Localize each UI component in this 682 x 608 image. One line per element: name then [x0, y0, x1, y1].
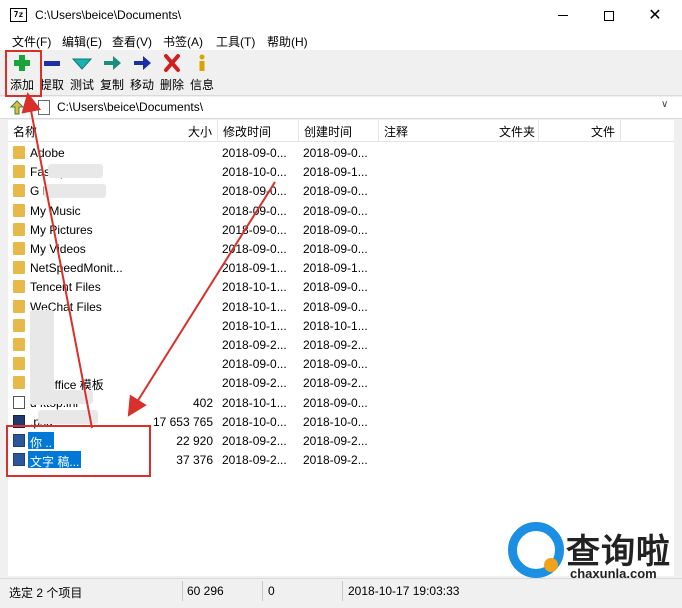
status-bar: 选定 2 个项目 60 296 0 2018-10-17 19:03:33 [0, 578, 682, 602]
status-separator [262, 581, 263, 601]
status-separator [342, 581, 343, 601]
status-packed-size: 0 [268, 584, 275, 598]
status-selection: 选定 2 个项目 [9, 586, 83, 600]
annotation-arrows [21, 92, 276, 429]
app-window: 7z C:\Users\beice\Documents\ ✕ 文件(F) 编辑(… [0, 0, 682, 608]
status-total-size: 60 296 [187, 584, 224, 598]
status-datetime: 2018-10-17 19:03:33 [348, 584, 460, 598]
watermark-dot [544, 558, 558, 572]
arrow-to-selection [127, 181, 276, 417]
status-separator [182, 581, 183, 601]
arrow-to-add [21, 92, 93, 429]
